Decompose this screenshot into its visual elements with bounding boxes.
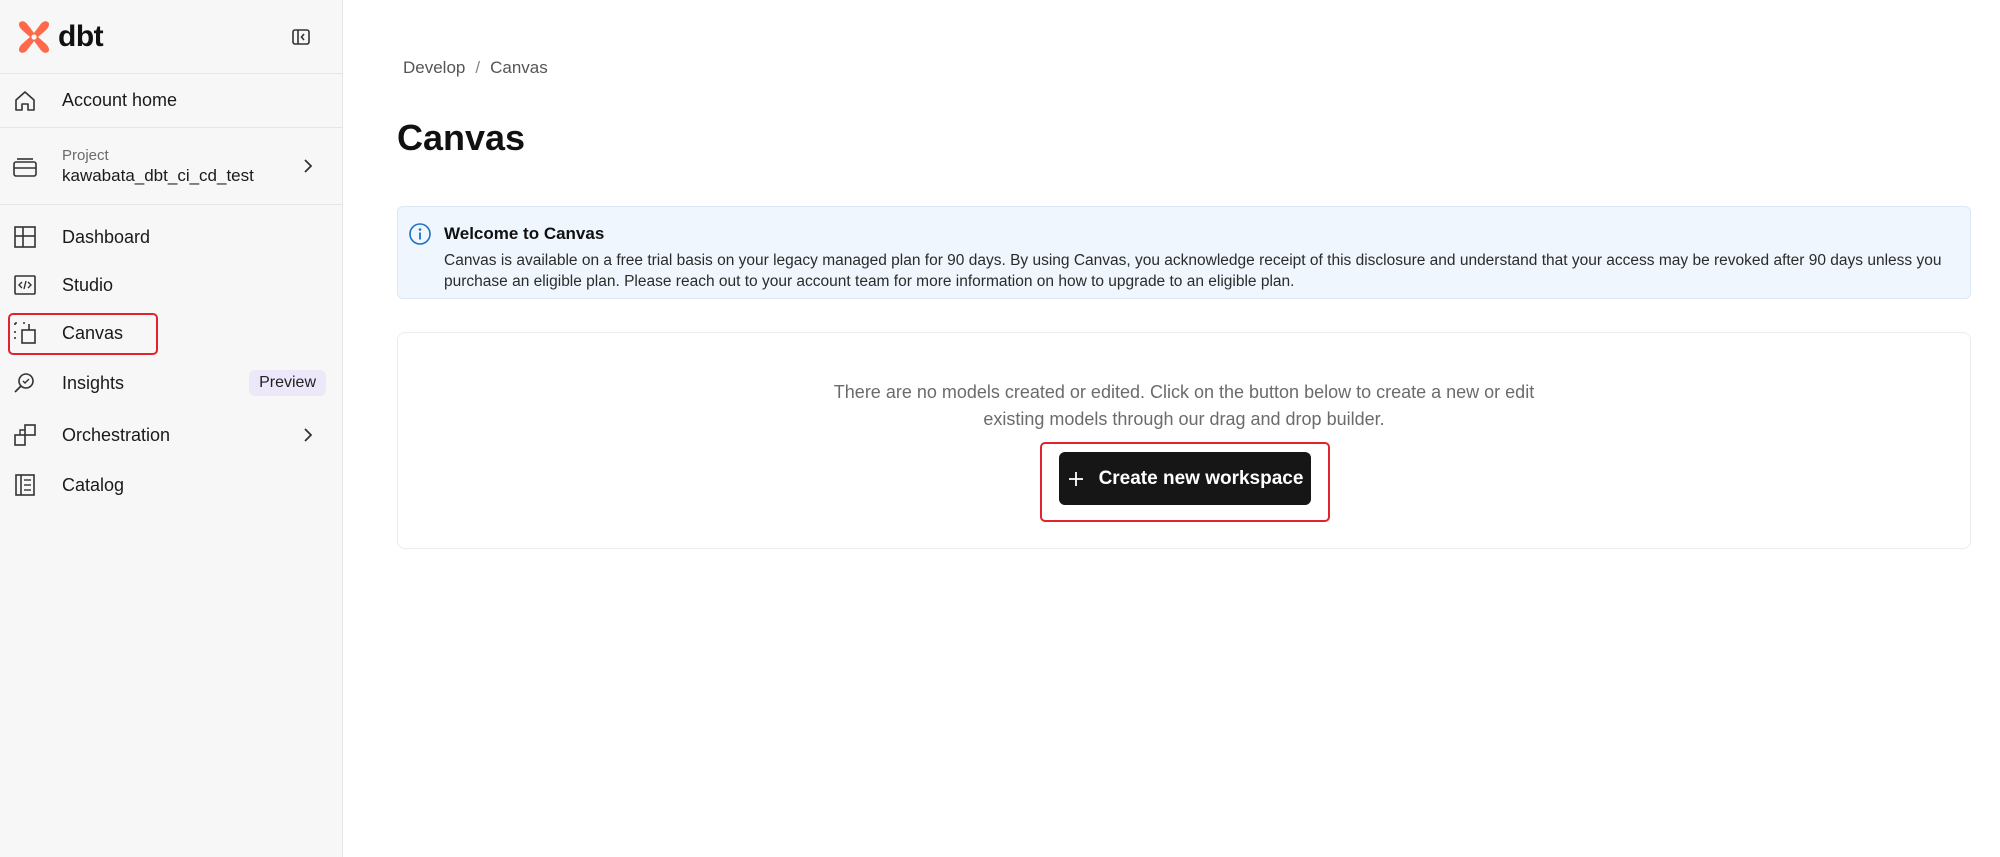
app-root: dbt Account home Project kawabata_dbt_ci… xyxy=(0,0,2000,857)
sidebar-item-studio[interactable]: Studio xyxy=(0,261,342,309)
create-new-workspace-button[interactable]: Create new workspace xyxy=(1059,452,1311,505)
plus-icon xyxy=(1068,471,1083,486)
project-icon xyxy=(12,153,38,179)
project-name: kawabata_dbt_ci_cd_test xyxy=(62,165,254,185)
insights-icon xyxy=(12,370,38,396)
sidebar-item-label: Insights xyxy=(62,372,125,393)
sidebar-item-label: Studio xyxy=(62,274,114,295)
chevron-right-icon xyxy=(304,428,313,442)
sidebar-item-account-home[interactable]: Account home xyxy=(0,74,342,128)
welcome-banner: Welcome to Canvas Canvas is available on… xyxy=(397,206,1971,299)
project-text: Project kawabata_dbt_ci_cd_test xyxy=(62,147,298,186)
orchestration-icon xyxy=(12,422,38,448)
sidebar-item-label: Canvas xyxy=(62,322,124,343)
brand-name: dbt xyxy=(58,19,104,53)
info-icon xyxy=(409,223,431,245)
dbt-logo-icon xyxy=(18,20,50,53)
dashboard-icon xyxy=(12,224,38,250)
sidebar-item-label: Account home xyxy=(62,90,178,110)
breadcrumb-separator: / xyxy=(475,58,481,77)
catalog-icon xyxy=(12,472,38,498)
sidebar-item-canvas[interactable]: Canvas xyxy=(0,309,342,357)
empty-state-line-1: There are no models created or edited. C… xyxy=(833,382,1535,402)
banner-body: Canvas is available on a free trial basi… xyxy=(444,252,1942,290)
brand-row: dbt xyxy=(0,0,342,74)
code-icon xyxy=(12,272,38,298)
create-new-workspace-label: Create new workspace xyxy=(1098,467,1304,489)
banner-content: Welcome to Canvas Canvas is available on… xyxy=(444,221,1944,290)
empty-state-line-2: existing models through our drag and dro… xyxy=(983,409,1385,429)
breadcrumb-current: Canvas xyxy=(490,58,548,77)
page-title: Canvas xyxy=(397,117,526,158)
sidebar-item-dashboard[interactable]: Dashboard xyxy=(0,213,342,261)
empty-state-card: There are no models created or edited. C… xyxy=(397,332,1971,549)
project-caption: Project xyxy=(62,146,109,164)
sidebar-collapse-icon xyxy=(292,28,310,45)
collapse-sidebar-button[interactable] xyxy=(290,26,312,48)
sidebar-nav: Dashboard Studio Canvas Insights Preview… xyxy=(0,205,342,509)
sidebar: dbt Account home Project kawabata_dbt_ci… xyxy=(0,0,343,857)
sidebar-item-catalog[interactable]: Catalog xyxy=(0,461,342,509)
banner-title: Welcome to Canvas xyxy=(444,224,605,243)
sidebar-item-label: Catalog xyxy=(62,474,125,495)
breadcrumb-develop-link[interactable]: Develop xyxy=(403,58,465,78)
sidebar-item-insights[interactable]: Insights Preview xyxy=(0,357,342,409)
breadcrumb: Develop / Canvas xyxy=(403,58,548,78)
sidebar-project-selector[interactable]: Project kawabata_dbt_ci_cd_test xyxy=(0,128,342,205)
brand[interactable]: dbt xyxy=(16,19,104,55)
sidebar-item-label: Dashboard xyxy=(62,226,151,247)
canvas-icon xyxy=(12,320,38,346)
empty-state-message: There are no models created or edited. C… xyxy=(398,379,1970,433)
sidebar-item-orchestration[interactable]: Orchestration xyxy=(0,409,342,461)
chevron-right-icon xyxy=(304,159,313,173)
main-content: Develop / Canvas Canvas Welcome to Canva… xyxy=(343,0,2000,857)
preview-badge: Preview xyxy=(249,370,326,396)
home-icon xyxy=(12,88,38,114)
sidebar-item-label: Orchestration xyxy=(62,424,171,445)
